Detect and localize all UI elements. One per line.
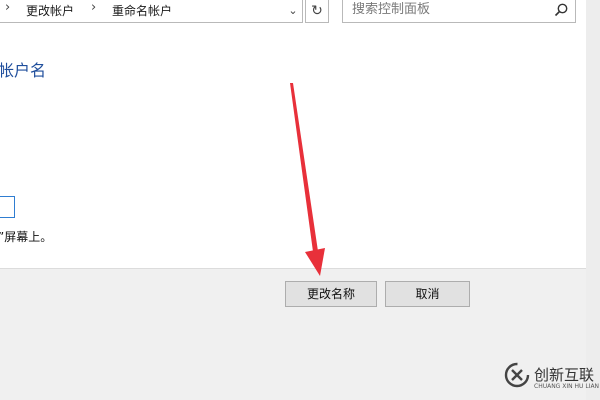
description-text: ”屏幕上。 <box>0 230 53 244</box>
watermark-text: 创新互联 <box>534 366 595 384</box>
navigation-bar: › 更改帐户 › 重命名帐户 ⌄ ↻ <box>0 0 586 24</box>
breadcrumb-separator: › <box>91 0 97 15</box>
breadcrumb-separator: › <box>5 0 11 15</box>
chevron-down-icon[interactable]: ⌄ <box>286 2 300 20</box>
refresh-button[interactable]: ↻ <box>305 0 329 23</box>
search-box[interactable] <box>342 0 576 23</box>
address-bar[interactable]: › 更改帐户 › 重命名帐户 ⌄ <box>0 0 303 23</box>
page-title: 帐户名 <box>0 61 47 80</box>
watermark-logo: 创新互联 CHUANG XIN HU LIAN <box>500 358 600 398</box>
watermark-subtext: CHUANG XIN HU LIAN <box>534 383 600 390</box>
refresh-icon: ↻ <box>311 3 323 19</box>
search-input[interactable] <box>352 2 542 17</box>
breadcrumb-item-rename-account[interactable]: 重命名帐户 <box>112 2 172 19</box>
breadcrumb-item-change-account[interactable]: 更改帐户 <box>26 2 74 19</box>
change-name-button[interactable]: 更改名称 <box>285 281 377 307</box>
cancel-button[interactable]: 取消 <box>385 281 470 307</box>
search-icon[interactable] <box>553 2 569 18</box>
window-edge <box>586 0 600 400</box>
account-name-input[interactable] <box>0 196 15 218</box>
logo-icon <box>504 362 530 388</box>
